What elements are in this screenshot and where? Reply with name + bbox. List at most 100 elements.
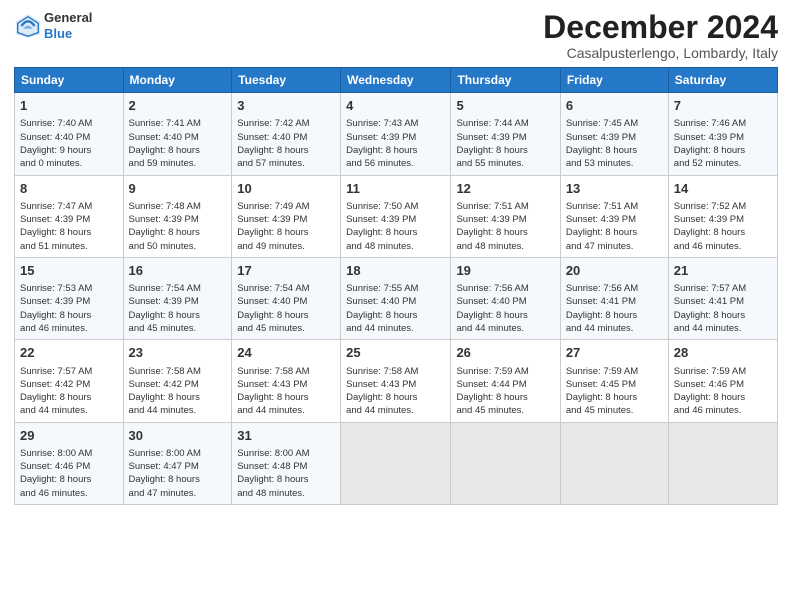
- calendar-cell: 14 Sunrise: 7:52 AMSunset: 4:39 PMDayligh…: [668, 175, 777, 257]
- weekday-header-friday: Friday: [560, 68, 668, 93]
- day-detail: Sunrise: 7:48 AMSunset: 4:39 PMDaylight:…: [129, 200, 227, 253]
- day-detail: Sunrise: 7:50 AMSunset: 4:39 PMDaylight:…: [346, 200, 445, 253]
- day-number: 6: [566, 97, 663, 115]
- day-number: 9: [129, 180, 227, 198]
- day-number: 27: [566, 344, 663, 362]
- calendar-cell: 9 Sunrise: 7:48 AMSunset: 4:39 PMDaylight…: [123, 175, 232, 257]
- day-number: 2: [129, 97, 227, 115]
- day-number: 13: [566, 180, 663, 198]
- day-detail: Sunrise: 7:46 AMSunset: 4:39 PMDaylight:…: [674, 117, 772, 170]
- day-detail: Sunrise: 7:52 AMSunset: 4:39 PMDaylight:…: [674, 200, 772, 253]
- day-detail: Sunrise: 7:51 AMSunset: 4:39 PMDaylight:…: [456, 200, 554, 253]
- day-number: 10: [237, 180, 335, 198]
- calendar-cell: 8Sunrise: 7:47 AMSunset: 4:39 PMDaylight…: [15, 175, 124, 257]
- month-title: December 2024: [543, 10, 778, 45]
- day-detail: Sunrise: 7:57 AMSunset: 4:41 PMDaylight:…: [674, 282, 772, 335]
- day-detail: Sunrise: 7:58 AMSunset: 4:42 PMDaylight:…: [129, 365, 227, 418]
- calendar-cell: 5 Sunrise: 7:44 AMSunset: 4:39 PMDaylight…: [451, 93, 560, 175]
- calendar-cell: 19Sunrise: 7:56 AMSunset: 4:40 PMDayligh…: [451, 257, 560, 339]
- day-number: 11: [346, 180, 445, 198]
- calendar-body: 1Sunrise: 7:40 AMSunset: 4:40 PMDaylight…: [15, 93, 778, 505]
- logo-text: General Blue: [44, 10, 92, 41]
- calendar-cell: 25 Sunrise: 7:58 AMSunset: 4:43 PMDayligh…: [341, 340, 451, 422]
- day-number: 12: [456, 180, 554, 198]
- weekday-header-saturday: Saturday: [668, 68, 777, 93]
- calendar-week-3: 15 Sunrise: 7:53 AMSunset: 4:39 PMDayligh…: [15, 257, 778, 339]
- day-number: 25: [346, 344, 445, 362]
- calendar-cell: 13 Sunrise: 7:51 AMSunset: 4:39 PMDayligh…: [560, 175, 668, 257]
- calendar-cell: 4 Sunrise: 7:43 AMSunset: 4:39 PMDaylight…: [341, 93, 451, 175]
- day-detail: Sunrise: 7:44 AMSunset: 4:39 PMDaylight:…: [456, 117, 554, 170]
- calendar-cell: 3 Sunrise: 7:42 AMSunset: 4:40 PMDaylight…: [232, 93, 341, 175]
- calendar-cell: 24Sunrise: 7:58 AMSunset: 4:43 PMDayligh…: [232, 340, 341, 422]
- day-detail: Sunrise: 7:40 AMSunset: 4:40 PMDaylight:…: [20, 117, 118, 170]
- calendar-cell: 27 Sunrise: 7:59 AMSunset: 4:45 PMDayligh…: [560, 340, 668, 422]
- day-number: 4: [346, 97, 445, 115]
- day-number: 21: [674, 262, 772, 280]
- day-number: 28: [674, 344, 772, 362]
- day-number: 15: [20, 262, 118, 280]
- calendar-cell: [451, 422, 560, 504]
- calendar-cell: 15 Sunrise: 7:53 AMSunset: 4:39 PMDayligh…: [15, 257, 124, 339]
- day-detail: Sunrise: 7:57 AMSunset: 4:42 PMDaylight:…: [20, 365, 118, 418]
- calendar-table: SundayMondayTuesdayWednesdayThursdayFrid…: [14, 67, 778, 505]
- calendar-cell: 28 Sunrise: 7:59 AMSunset: 4:46 PMDayligh…: [668, 340, 777, 422]
- calendar-cell: 22 Sunrise: 7:57 AMSunset: 4:42 PMDayligh…: [15, 340, 124, 422]
- day-number: 16: [129, 262, 227, 280]
- day-number: 23: [129, 344, 227, 362]
- calendar-cell: 26Sunrise: 7:59 AMSunset: 4:44 PMDayligh…: [451, 340, 560, 422]
- day-detail: Sunrise: 7:43 AMSunset: 4:39 PMDaylight:…: [346, 117, 445, 170]
- calendar-cell: 30 Sunrise: 8:00 AMSunset: 4:47 PMDayligh…: [123, 422, 232, 504]
- day-detail: Sunrise: 7:54 AMSunset: 4:40 PMDaylight:…: [237, 282, 335, 335]
- calendar-cell: 11 Sunrise: 7:50 AMSunset: 4:39 PMDayligh…: [341, 175, 451, 257]
- calendar-cell: 29 Sunrise: 8:00 AMSunset: 4:46 PMDayligh…: [15, 422, 124, 504]
- day-number: 20: [566, 262, 663, 280]
- calendar-cell: 17Sunrise: 7:54 AMSunset: 4:40 PMDayligh…: [232, 257, 341, 339]
- day-number: 3: [237, 97, 335, 115]
- day-detail: Sunrise: 7:59 AMSunset: 4:46 PMDaylight:…: [674, 365, 772, 418]
- location: Casalpusterlengo, Lombardy, Italy: [543, 45, 778, 61]
- title-block: December 2024 Casalpusterlengo, Lombardy…: [543, 10, 778, 61]
- day-number: 5: [456, 97, 554, 115]
- day-detail: Sunrise: 7:58 AMSunset: 4:43 PMDaylight:…: [346, 365, 445, 418]
- day-detail: Sunrise: 8:00 AMSunset: 4:46 PMDaylight:…: [20, 447, 118, 500]
- day-number: 7: [674, 97, 772, 115]
- day-detail: Sunrise: 7:42 AMSunset: 4:40 PMDaylight:…: [237, 117, 335, 170]
- logo: General Blue: [14, 10, 92, 41]
- calendar-cell: [341, 422, 451, 504]
- day-number: 31: [237, 427, 335, 445]
- calendar-cell: 7 Sunrise: 7:46 AMSunset: 4:39 PMDaylight…: [668, 93, 777, 175]
- day-detail: Sunrise: 8:00 AMSunset: 4:48 PMDaylight:…: [237, 447, 335, 500]
- day-number: 19: [456, 262, 554, 280]
- logo-general: General: [44, 10, 92, 25]
- day-number: 22: [20, 344, 118, 362]
- day-detail: Sunrise: 7:47 AMSunset: 4:39 PMDaylight:…: [20, 200, 118, 253]
- logo-blue: Blue: [44, 26, 72, 41]
- calendar-cell: 21 Sunrise: 7:57 AMSunset: 4:41 PMDayligh…: [668, 257, 777, 339]
- day-detail: Sunrise: 7:59 AMSunset: 4:45 PMDaylight:…: [566, 365, 663, 418]
- day-number: 29: [20, 427, 118, 445]
- day-number: 14: [674, 180, 772, 198]
- header: General Blue December 2024 Casalpusterle…: [14, 10, 778, 61]
- calendar-cell: 6 Sunrise: 7:45 AMSunset: 4:39 PMDaylight…: [560, 93, 668, 175]
- day-detail: Sunrise: 7:45 AMSunset: 4:39 PMDaylight:…: [566, 117, 663, 170]
- calendar-cell: 12 Sunrise: 7:51 AMSunset: 4:39 PMDayligh…: [451, 175, 560, 257]
- day-detail: Sunrise: 7:53 AMSunset: 4:39 PMDaylight:…: [20, 282, 118, 335]
- logo-icon: [14, 12, 42, 40]
- day-detail: Sunrise: 7:59 AMSunset: 4:44 PMDaylight:…: [456, 365, 554, 418]
- day-detail: Sunrise: 7:55 AMSunset: 4:40 PMDaylight:…: [346, 282, 445, 335]
- day-number: 24: [237, 344, 335, 362]
- day-detail: Sunrise: 8:00 AMSunset: 4:47 PMDaylight:…: [129, 447, 227, 500]
- calendar-cell: 20Sunrise: 7:56 AMSunset: 4:41 PMDayligh…: [560, 257, 668, 339]
- calendar-week-1: 1Sunrise: 7:40 AMSunset: 4:40 PMDaylight…: [15, 93, 778, 175]
- weekday-header-tuesday: Tuesday: [232, 68, 341, 93]
- day-number: 30: [129, 427, 227, 445]
- calendar-cell: 2Sunrise: 7:41 AMSunset: 4:40 PMDaylight…: [123, 93, 232, 175]
- day-detail: Sunrise: 7:49 AMSunset: 4:39 PMDaylight:…: [237, 200, 335, 253]
- day-detail: Sunrise: 7:51 AMSunset: 4:39 PMDaylight:…: [566, 200, 663, 253]
- calendar-cell: [668, 422, 777, 504]
- calendar-cell: 23 Sunrise: 7:58 AMSunset: 4:42 PMDayligh…: [123, 340, 232, 422]
- calendar-cell: 31 Sunrise: 8:00 AMSunset: 4:48 PMDayligh…: [232, 422, 341, 504]
- day-detail: Sunrise: 7:54 AMSunset: 4:39 PMDaylight:…: [129, 282, 227, 335]
- calendar-week-4: 22 Sunrise: 7:57 AMSunset: 4:42 PMDayligh…: [15, 340, 778, 422]
